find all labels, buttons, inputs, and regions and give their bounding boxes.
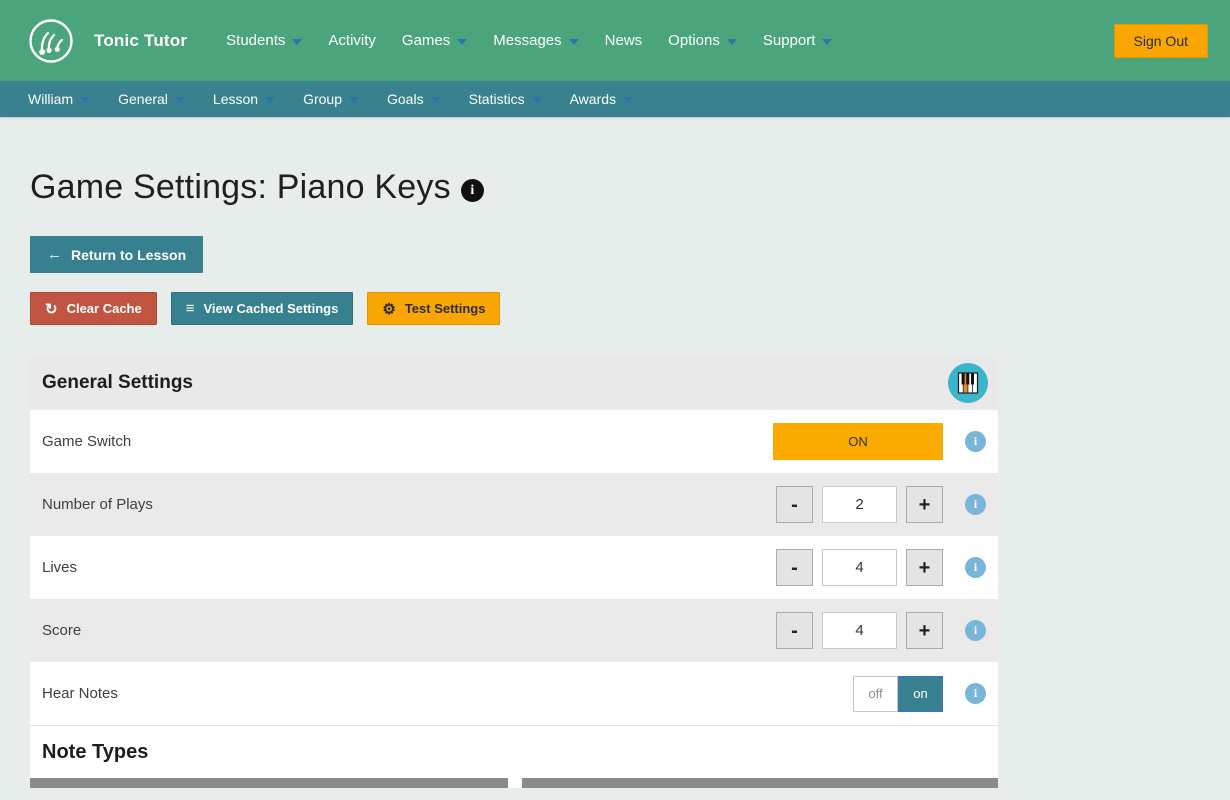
subnav-item-statistics[interactable]: Statistics bbox=[469, 83, 553, 115]
brand-title[interactable]: Tonic Tutor bbox=[94, 31, 187, 51]
title-info-icon[interactable]: i bbox=[461, 179, 484, 202]
decrement-button[interactable]: - bbox=[776, 549, 813, 586]
chevron-down-icon bbox=[623, 97, 633, 103]
setting-row-hear-notes: Hear Notes off on i bbox=[30, 662, 998, 725]
nav-item-games[interactable]: Games bbox=[389, 22, 480, 59]
hear-notes-off-button[interactable]: off bbox=[853, 676, 898, 712]
settings-card: General Settings Game Switch ON bbox=[30, 356, 998, 788]
clear-cache-button[interactable]: ↻ Clear Cache bbox=[30, 292, 157, 325]
view-cached-settings-button[interactable]: ≡ View Cached Settings bbox=[171, 292, 354, 325]
chevron-down-icon bbox=[80, 97, 90, 103]
section-title: Note Types bbox=[42, 741, 148, 764]
info-icon[interactable]: i bbox=[965, 431, 986, 452]
nav-item-news[interactable]: News bbox=[592, 22, 656, 59]
score-stepper: - + bbox=[776, 612, 943, 649]
subnav-item-general[interactable]: General bbox=[118, 83, 196, 115]
subnav-item-awards[interactable]: Awards bbox=[570, 83, 644, 115]
note-types-header: Note Types bbox=[30, 725, 998, 778]
setting-controls: - + i bbox=[776, 612, 986, 649]
number-of-plays-stepper: - + bbox=[776, 486, 943, 523]
chevron-down-icon bbox=[727, 39, 737, 45]
main-content: Game Settings: Piano Keys i ← Return to … bbox=[0, 168, 1230, 788]
setting-controls: - + i bbox=[776, 486, 986, 523]
test-settings-button[interactable]: ⚙ Test Settings bbox=[367, 292, 500, 325]
sign-out-button[interactable]: Sign Out bbox=[1114, 24, 1208, 58]
subnav-item-group[interactable]: Group bbox=[303, 83, 370, 115]
info-icon[interactable]: i bbox=[965, 494, 986, 515]
tonic-tutor-logo-icon bbox=[28, 18, 74, 64]
number-of-plays-input[interactable] bbox=[822, 486, 897, 523]
setting-controls: off on i bbox=[853, 676, 986, 712]
score-input[interactable] bbox=[822, 612, 897, 649]
increment-button[interactable]: + bbox=[906, 612, 943, 649]
list-icon: ≡ bbox=[186, 300, 195, 317]
subnav-item-lesson[interactable]: Lesson bbox=[213, 83, 286, 115]
setting-label: Game Switch bbox=[42, 433, 131, 450]
table-header-bar bbox=[522, 778, 998, 788]
setting-row-score: Score - + i bbox=[30, 599, 998, 662]
chevron-down-icon bbox=[532, 97, 542, 103]
setting-label: Number of Plays bbox=[42, 496, 153, 513]
chevron-down-icon bbox=[457, 39, 467, 45]
setting-controls: ON i bbox=[773, 423, 986, 460]
decrement-button[interactable]: - bbox=[776, 486, 813, 523]
chevron-down-icon bbox=[292, 39, 302, 45]
setting-row-number-of-plays: Number of Plays - + i bbox=[30, 473, 998, 536]
table-header-bar bbox=[30, 778, 508, 788]
increment-button[interactable]: + bbox=[906, 549, 943, 586]
top-nav: Tonic Tutor Students Activity Games Mess… bbox=[0, 0, 1230, 81]
refresh-icon: ↻ bbox=[45, 300, 58, 318]
hear-notes-on-button[interactable]: on bbox=[898, 676, 943, 712]
note-types-table-tops bbox=[30, 778, 998, 788]
info-icon[interactable]: i bbox=[965, 557, 986, 578]
decrement-button[interactable]: - bbox=[776, 612, 813, 649]
nav-item-activity[interactable]: Activity bbox=[315, 22, 389, 59]
setting-label: Hear Notes bbox=[42, 685, 118, 702]
setting-label: Lives bbox=[42, 559, 77, 576]
main-menu: Students Activity Games Messages News Op… bbox=[213, 22, 845, 59]
nav-item-support[interactable]: Support bbox=[750, 22, 846, 59]
section-title: General Settings bbox=[42, 372, 193, 394]
increment-button[interactable]: + bbox=[906, 486, 943, 523]
chevron-down-icon bbox=[349, 97, 359, 103]
nav-item-messages[interactable]: Messages bbox=[480, 22, 591, 59]
piano-keys-game-icon bbox=[948, 363, 988, 403]
setting-row-game-switch: Game Switch ON i bbox=[30, 410, 998, 473]
page-title: Game Settings: Piano Keys bbox=[30, 168, 451, 207]
return-to-lesson-button[interactable]: ← Return to Lesson bbox=[30, 236, 203, 273]
chevron-down-icon bbox=[431, 97, 441, 103]
setting-controls: - + i bbox=[776, 549, 986, 586]
lives-input[interactable] bbox=[822, 549, 897, 586]
chevron-down-icon bbox=[822, 39, 832, 45]
lives-stepper: - + bbox=[776, 549, 943, 586]
subnav-item-goals[interactable]: Goals bbox=[387, 83, 452, 115]
page-title-row: Game Settings: Piano Keys i bbox=[30, 168, 1200, 207]
info-icon[interactable]: i bbox=[965, 620, 986, 641]
subnav-item-william[interactable]: William bbox=[28, 83, 101, 115]
setting-row-lives: Lives - + i bbox=[30, 536, 998, 599]
cache-toolbar: ↻ Clear Cache ≡ View Cached Settings ⚙ T… bbox=[30, 292, 1200, 325]
gear-icon: ⚙ bbox=[382, 300, 395, 318]
nav-item-options[interactable]: Options bbox=[655, 22, 750, 59]
chevron-down-icon bbox=[265, 97, 275, 103]
setting-label: Score bbox=[42, 622, 81, 639]
chevron-down-icon bbox=[569, 39, 579, 45]
arrow-left-icon: ← bbox=[47, 246, 62, 263]
nav-item-students[interactable]: Students bbox=[213, 22, 315, 59]
hear-notes-toggle: off on bbox=[853, 676, 943, 712]
info-icon[interactable]: i bbox=[965, 683, 986, 704]
general-settings-header: General Settings bbox=[30, 356, 998, 410]
game-switch-toggle[interactable]: ON bbox=[773, 423, 943, 460]
chevron-down-icon bbox=[175, 97, 185, 103]
sub-nav: William General Lesson Group Goals Stati… bbox=[0, 81, 1230, 117]
